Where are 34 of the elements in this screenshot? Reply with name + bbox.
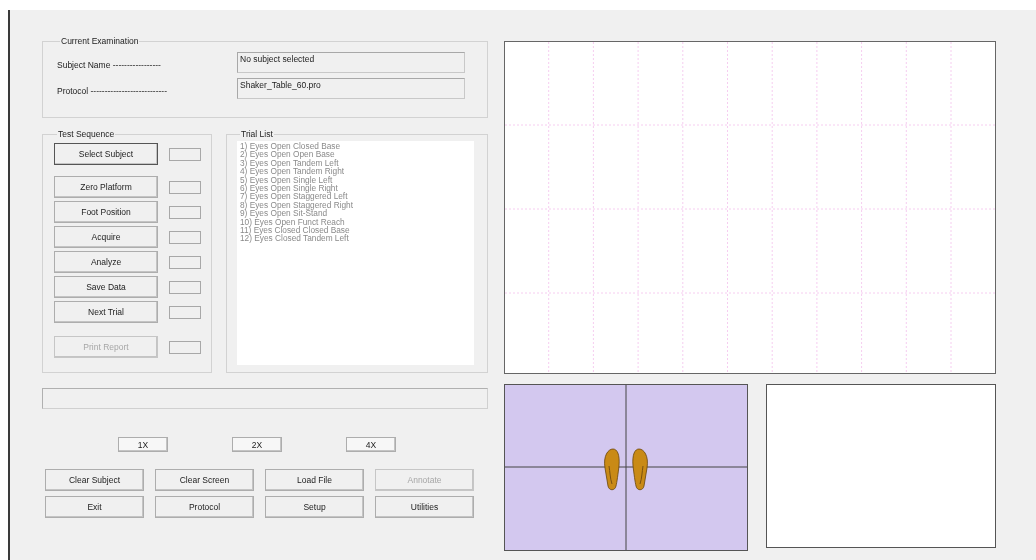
- step-button[interactable]: Next Trial: [54, 301, 158, 323]
- action-button[interactable]: Clear Screen: [155, 469, 254, 491]
- status-indicator: [169, 147, 201, 161]
- group-title: Test Sequence: [57, 129, 116, 139]
- action-button[interactable]: Utilities: [375, 496, 474, 518]
- status-indicator: [169, 280, 201, 294]
- trial-list[interactable]: 1) Eyes Open Closed Base 2) Eyes Open Open Base 3) Eyes Open Tandem Left 4) Eyes Open Tandem Right 5) Eyes Open Single Left 6) Eyes Open Single Right 7) Eyes Open Staggered Left 8) Eyes Open Staggered Right 9) Eyes Open Sit-Stand 10) Eyes Open Funct Reach 11) Eyes Closed Closed Base 12) Eyes Closed Tandem Left: [237, 141, 474, 365]
- feet-drawing: [604, 448, 648, 491]
- action-button[interactable]: Protocol: [155, 496, 254, 518]
- step-button[interactable]: Acquire: [54, 226, 158, 248]
- field-label: Subject Name -----------------: [57, 60, 162, 70]
- action-button[interactable]: Setup: [265, 496, 364, 518]
- status-indicator: [169, 255, 201, 269]
- step-button[interactable]: Select Subject: [54, 143, 158, 165]
- field-label: Protocol ---------------------------: [57, 86, 168, 96]
- group-title: Current Examination: [60, 36, 140, 46]
- step-button[interactable]: Foot Position: [54, 201, 158, 223]
- status-indicator: [169, 180, 201, 194]
- step-button[interactable]: Zero Platform: [54, 176, 158, 198]
- action-button[interactable]: Load File: [265, 469, 364, 491]
- zoom-button[interactable]: 4X: [346, 437, 396, 452]
- action-button[interactable]: Clear Subject: [45, 469, 144, 491]
- status-indicator: [169, 205, 201, 219]
- status-indicator: [169, 305, 201, 319]
- status-indicator: [169, 230, 201, 244]
- step-button[interactable]: Analyze: [54, 251, 158, 273]
- step-button[interactable]: Save Data: [54, 276, 158, 298]
- zoom-button[interactable]: 2X: [232, 437, 282, 452]
- text-field[interactable]: No subject selected: [237, 52, 465, 73]
- group-title: Trial List: [240, 129, 274, 139]
- action-button[interactable]: Exit: [45, 496, 144, 518]
- status-indicator: [169, 340, 201, 354]
- text-field[interactable]: Shaker_Table_60.pro: [237, 78, 465, 99]
- zoom-button[interactable]: 1X: [118, 437, 168, 452]
